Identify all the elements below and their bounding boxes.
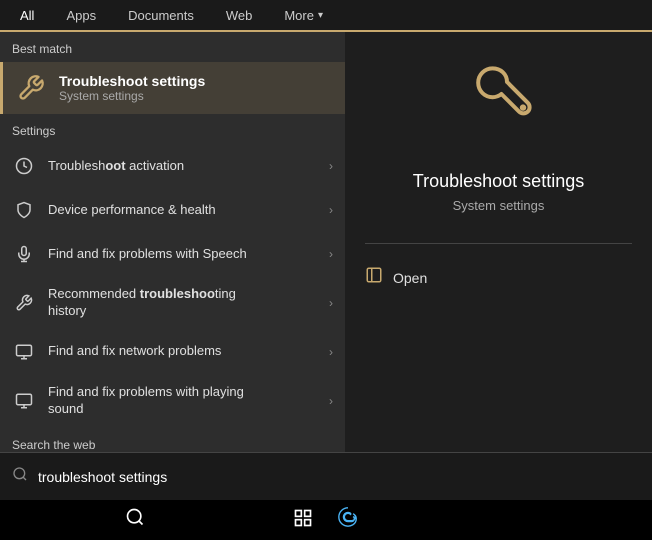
- wrench-small-icon: [12, 291, 36, 315]
- microphone-icon: [12, 242, 36, 266]
- list-item[interactable]: Troubleshoot activation ›: [0, 144, 345, 188]
- tab-all[interactable]: All: [4, 0, 50, 32]
- best-match-label: Best match: [0, 32, 345, 62]
- item-text-speech: Find and fix problems with Speech: [48, 246, 317, 263]
- best-match-title: Troubleshoot settings: [59, 73, 205, 89]
- tab-apps[interactable]: Apps: [50, 0, 112, 31]
- tab-more[interactable]: More ▾: [268, 0, 339, 31]
- left-panel: Best match Troubleshoot settings System …: [0, 32, 345, 452]
- open-action[interactable]: Open: [365, 260, 632, 295]
- chevron-right-icon: ›: [329, 394, 333, 408]
- right-subtitle: System settings: [453, 198, 545, 213]
- item-text-sound: Find and fix problems with playingsound: [48, 384, 317, 418]
- search-input[interactable]: [38, 469, 640, 485]
- taskbar-left: [0, 507, 269, 533]
- list-item[interactable]: Find and fix problems with playingsound …: [0, 374, 345, 428]
- chevron-right-icon: ›: [329, 247, 333, 261]
- web-search-label: Search the web: [0, 428, 345, 452]
- item-text-network: Find and fix network problems: [48, 343, 317, 360]
- shield-icon: [12, 198, 36, 222]
- chevron-right-icon: ›: [329, 159, 333, 173]
- right-panel: Troubleshoot settings System settings Op…: [345, 32, 652, 452]
- chevron-down-icon: ▾: [318, 10, 323, 21]
- chevron-right-icon: ›: [329, 345, 333, 359]
- large-wrench-icon: [459, 62, 539, 155]
- best-match-subtitle: System settings: [59, 89, 205, 103]
- circle-icon: [12, 154, 36, 178]
- search-bar: [0, 452, 652, 500]
- list-item[interactable]: Recommended troubleshootinghistory ›: [0, 276, 345, 330]
- search-taskbar-icon[interactable]: [125, 507, 145, 533]
- item-text-activation: Troubleshoot activation: [48, 158, 317, 175]
- grid-taskbar-icon[interactable]: [293, 508, 313, 533]
- right-title: Troubleshoot settings: [413, 171, 584, 192]
- main-content: Best match Troubleshoot settings System …: [0, 32, 652, 452]
- chevron-right-icon: ›: [329, 203, 333, 217]
- open-icon: [365, 266, 383, 289]
- list-item[interactable]: Find and fix problems with Speech ›: [0, 232, 345, 276]
- sound-icon: [12, 389, 36, 413]
- best-match-item[interactable]: Troubleshoot settings System settings: [0, 62, 345, 114]
- edge-taskbar-icon[interactable]: [337, 506, 359, 534]
- list-item[interactable]: Device performance & health ›: [0, 188, 345, 232]
- wrench-icon: [15, 72, 47, 104]
- top-navigation: All Apps Documents Web More ▾: [0, 0, 652, 32]
- item-text-device-health: Device performance & health: [48, 202, 317, 219]
- tab-documents[interactable]: Documents: [112, 0, 210, 31]
- item-text-history: Recommended troubleshootinghistory: [48, 286, 317, 320]
- search-icon: [12, 466, 28, 487]
- divider: [365, 243, 632, 244]
- taskbar: [0, 500, 652, 540]
- settings-label: Settings: [0, 114, 345, 144]
- chevron-right-icon: ›: [329, 296, 333, 310]
- network-icon: [12, 340, 36, 364]
- list-item[interactable]: Find and fix network problems ›: [0, 330, 345, 374]
- best-match-text: Troubleshoot settings System settings: [59, 73, 205, 103]
- tab-web[interactable]: Web: [210, 0, 269, 31]
- open-label: Open: [393, 270, 427, 286]
